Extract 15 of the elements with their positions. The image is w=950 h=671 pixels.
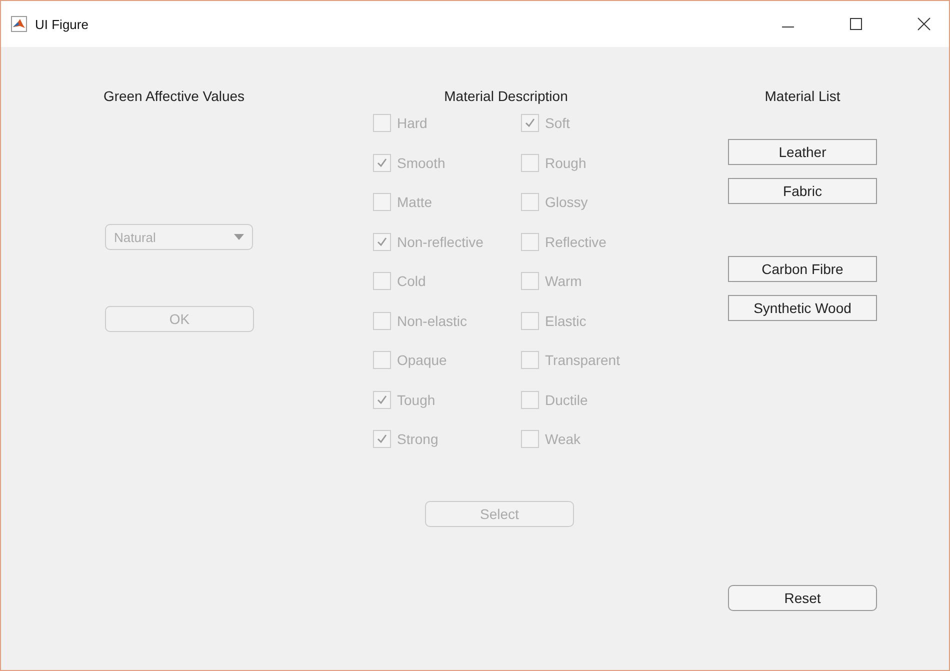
caret-icon [234,234,244,240]
material-button[interactable]: Carbon Fibre [728,256,877,282]
reset-button[interactable]: Reset [728,585,877,611]
section-title: Material List [764,87,842,105]
section-title: Material Description [443,87,569,105]
material-button[interactable]: Fabric [728,178,877,204]
app-icon [11,16,27,32]
section-title: Green Affective Values [102,87,246,105]
material-button[interactable]: Synthetic Wood [728,295,877,321]
window-title: UI Figure [35,16,88,32]
maximize-icon[interactable] [849,17,863,31]
close-icon[interactable] [917,17,931,31]
material-button[interactable]: Leather [728,139,877,165]
check-icon [523,116,537,130]
check-icon [375,432,389,446]
